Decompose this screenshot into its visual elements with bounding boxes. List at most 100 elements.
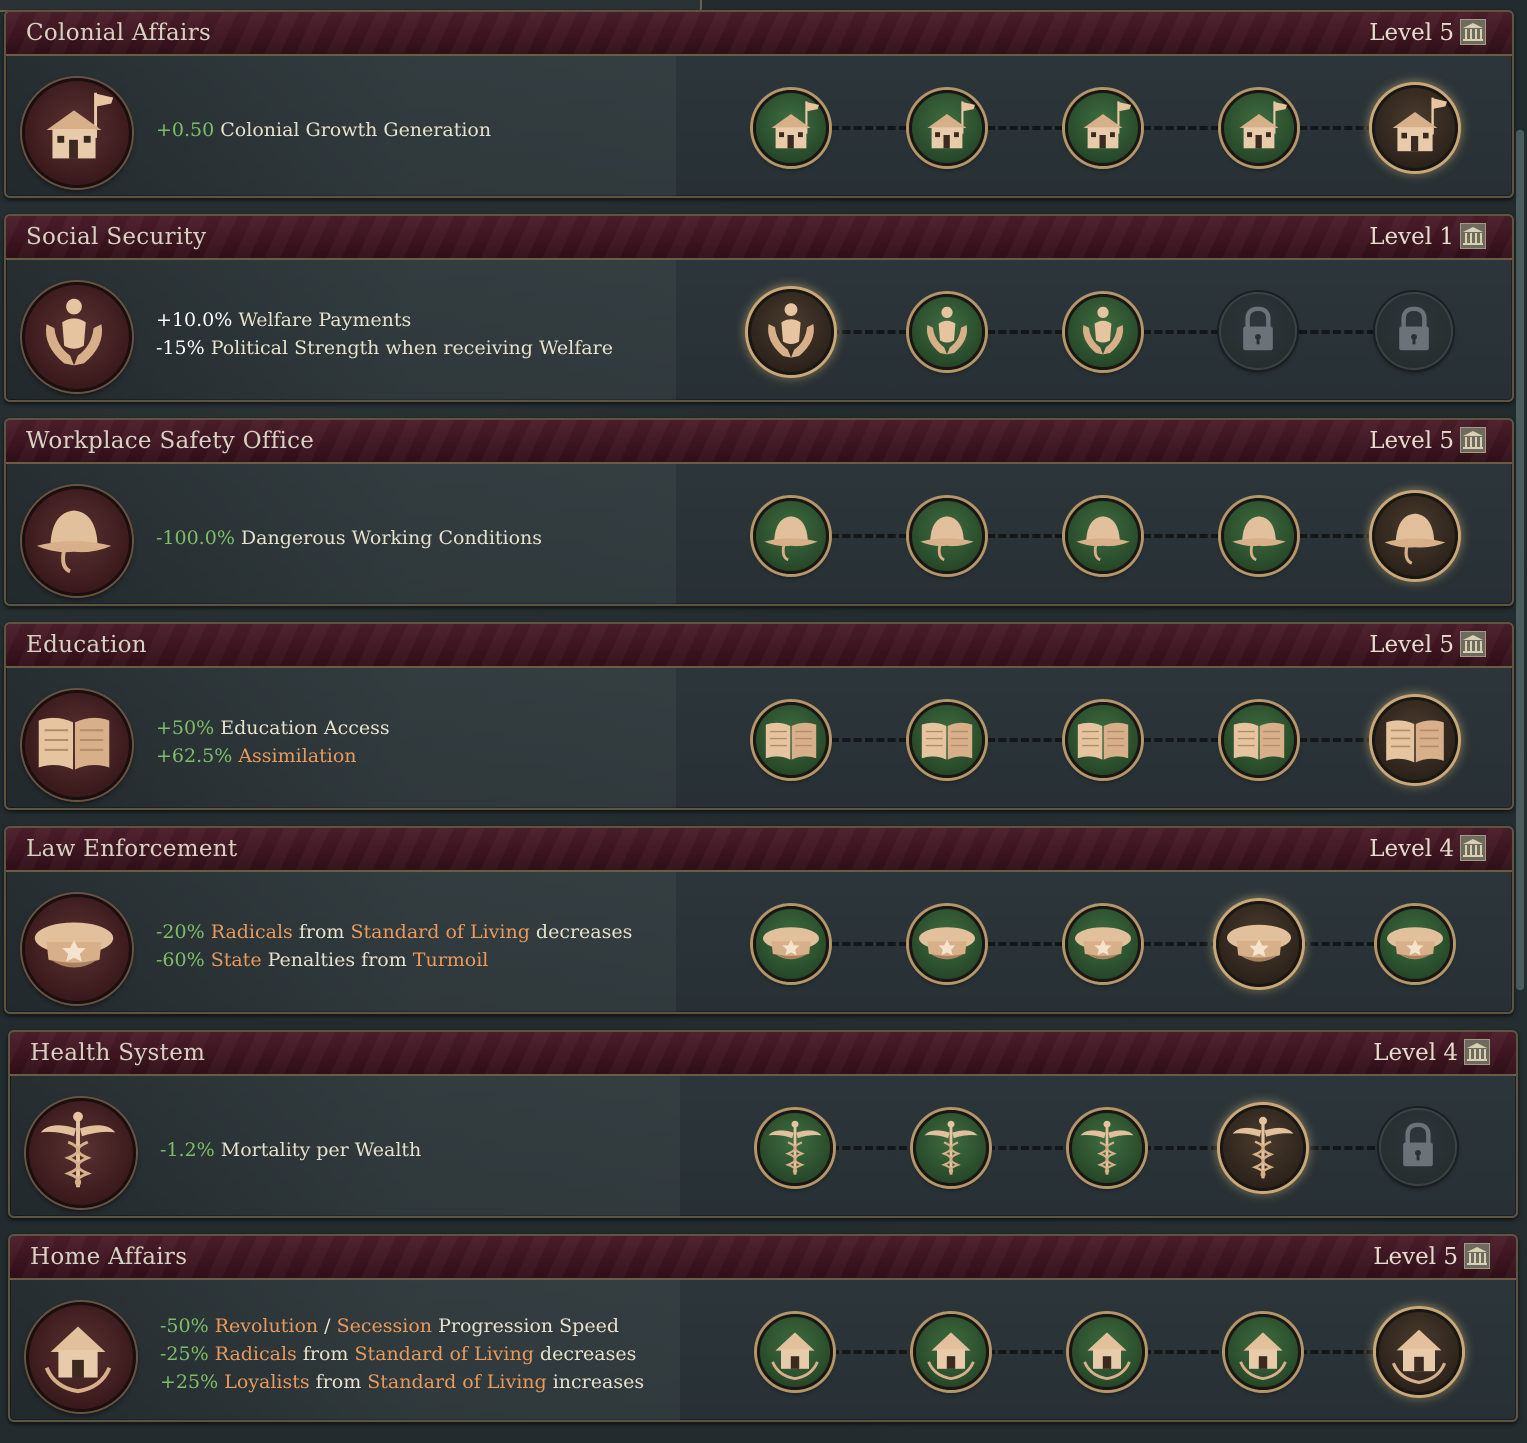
bank-building-icon[interactable] [1460,223,1486,249]
level-node[interactable] [909,702,985,778]
locked-level-node[interactable] [1219,292,1297,370]
level-node[interactable] [1372,493,1458,579]
institution-header: Social Security Level 1 [6,216,1512,260]
level-node[interactable] [909,90,985,166]
effect-line[interactable]: -25% Radicals from Standard of Living de… [160,1340,644,1368]
safety-helmet-icon[interactable] [22,486,132,596]
locked-level-node[interactable] [1375,292,1453,370]
open-book-icon[interactable] [22,690,132,800]
institution-header: Law Enforcement Level 4 [6,828,1512,872]
bank-building-icon[interactable] [1460,835,1486,861]
level-connector [831,738,907,742]
institution-level: Level 5 [1369,20,1454,46]
institution-panel-workplace-safety-office: Workplace Safety Office Level 5 -100.0% D… [4,418,1514,606]
level-node[interactable] [753,906,829,982]
effect-line[interactable]: +50% Education Access [156,714,390,742]
level-connector [831,534,907,538]
bank-building-icon[interactable] [1460,427,1486,453]
effect-text: State [210,949,262,971]
effect-line[interactable]: -20% Radicals from Standard of Living de… [156,918,632,946]
effect-line[interactable]: -100.0% Dangerous Working Conditions [156,524,542,552]
level-node[interactable] [753,498,829,574]
level-connector [1299,330,1375,334]
colony-house-icon[interactable] [22,78,132,188]
level-node[interactable] [1065,906,1141,982]
effect-text: -60% [156,949,211,971]
level-node[interactable] [913,1314,989,1390]
level-node[interactable] [753,90,829,166]
effect-text: Radicals [214,1343,297,1365]
level-node[interactable] [1225,1314,1301,1390]
level-node[interactable] [909,294,985,370]
level-connector [1143,738,1219,742]
level-node[interactable] [1069,1110,1145,1186]
home-wreath-icon[interactable] [26,1302,136,1412]
level-node[interactable] [757,1314,833,1390]
institution-panel-home-affairs: Home Affairs Level 5 -50% Revolution / Se… [8,1234,1518,1422]
effect-text: from [296,1343,355,1365]
effect-text: Penalties from [261,949,413,971]
level-connector [1143,126,1219,130]
level-node[interactable] [1372,85,1458,171]
level-node[interactable] [1221,702,1297,778]
level-connector [987,1146,1063,1150]
effect-text: Progression Speed [432,1315,619,1337]
bank-building-icon[interactable] [1460,631,1486,657]
level-connector [1299,1350,1375,1354]
effect-text: / [318,1315,337,1337]
effects-list: -1.2% Mortality per Wealth [160,1136,421,1164]
effect-line[interactable]: +0.50 Colonial Growth Generation [156,116,491,144]
effect-text: -15% [156,337,211,359]
locked-level-node[interactable] [1379,1108,1457,1186]
level-node[interactable] [1221,498,1297,574]
effect-line[interactable]: +25% Loyalists from Standard of Living i… [160,1368,644,1396]
effect-line[interactable]: +10.0% Welfare Payments [156,306,613,334]
level-node[interactable] [1065,294,1141,370]
level-node[interactable] [1065,90,1141,166]
institution-level: Level 4 [1373,1040,1458,1066]
effect-text: from [292,921,351,943]
level-node[interactable] [1221,90,1297,166]
bank-building-icon[interactable] [1464,1243,1490,1269]
effect-line[interactable]: -60% State Penalties from Turmoil [156,946,632,974]
effect-text: Secession [336,1315,433,1337]
level-node[interactable] [753,702,829,778]
bank-building-icon[interactable] [1460,19,1486,45]
institution-title: Social Security [26,224,207,250]
effect-line[interactable]: -15% Political Strength when receiving W… [156,334,613,362]
level-connector [831,942,907,946]
caduceus-icon[interactable] [26,1098,136,1208]
level-node[interactable] [913,1110,989,1186]
effect-text: +50% [156,717,221,739]
effect-text: -1.2% [160,1139,221,1161]
level-node[interactable] [1216,901,1302,987]
effect-line[interactable]: -1.2% Mortality per Wealth [160,1136,421,1164]
effect-text: -100.0% [156,527,241,549]
level-node[interactable] [748,289,834,375]
effect-line[interactable]: +62.5% Assimilation [156,742,390,770]
level-connector [987,1350,1063,1354]
effect-line[interactable]: -50% Revolution / Secession Progression … [160,1312,644,1340]
level-node[interactable] [1065,498,1141,574]
level-node[interactable] [1376,1309,1462,1395]
level-connector [1143,330,1219,334]
bank-building-icon[interactable] [1464,1039,1490,1065]
welfare-hands-icon[interactable] [22,282,132,392]
effect-text: Welfare Payments [238,309,412,331]
level-node[interactable] [757,1110,833,1186]
effect-text: increases [546,1371,645,1393]
level-node[interactable] [909,906,985,982]
scrollbar[interactable] [1516,130,1524,990]
level-node[interactable] [1065,702,1141,778]
effect-text: Education Access [220,717,390,739]
police-cap-icon[interactable] [22,894,132,1004]
level-connector [1143,534,1219,538]
effect-text: Standard of Living [367,1371,547,1393]
level-node[interactable] [1220,1105,1306,1191]
institution-title: Colonial Affairs [26,20,212,46]
level-connector [831,1146,907,1150]
level-node[interactable] [1069,1314,1145,1390]
level-node[interactable] [1372,697,1458,783]
level-node[interactable] [1377,906,1453,982]
level-node[interactable] [909,498,985,574]
